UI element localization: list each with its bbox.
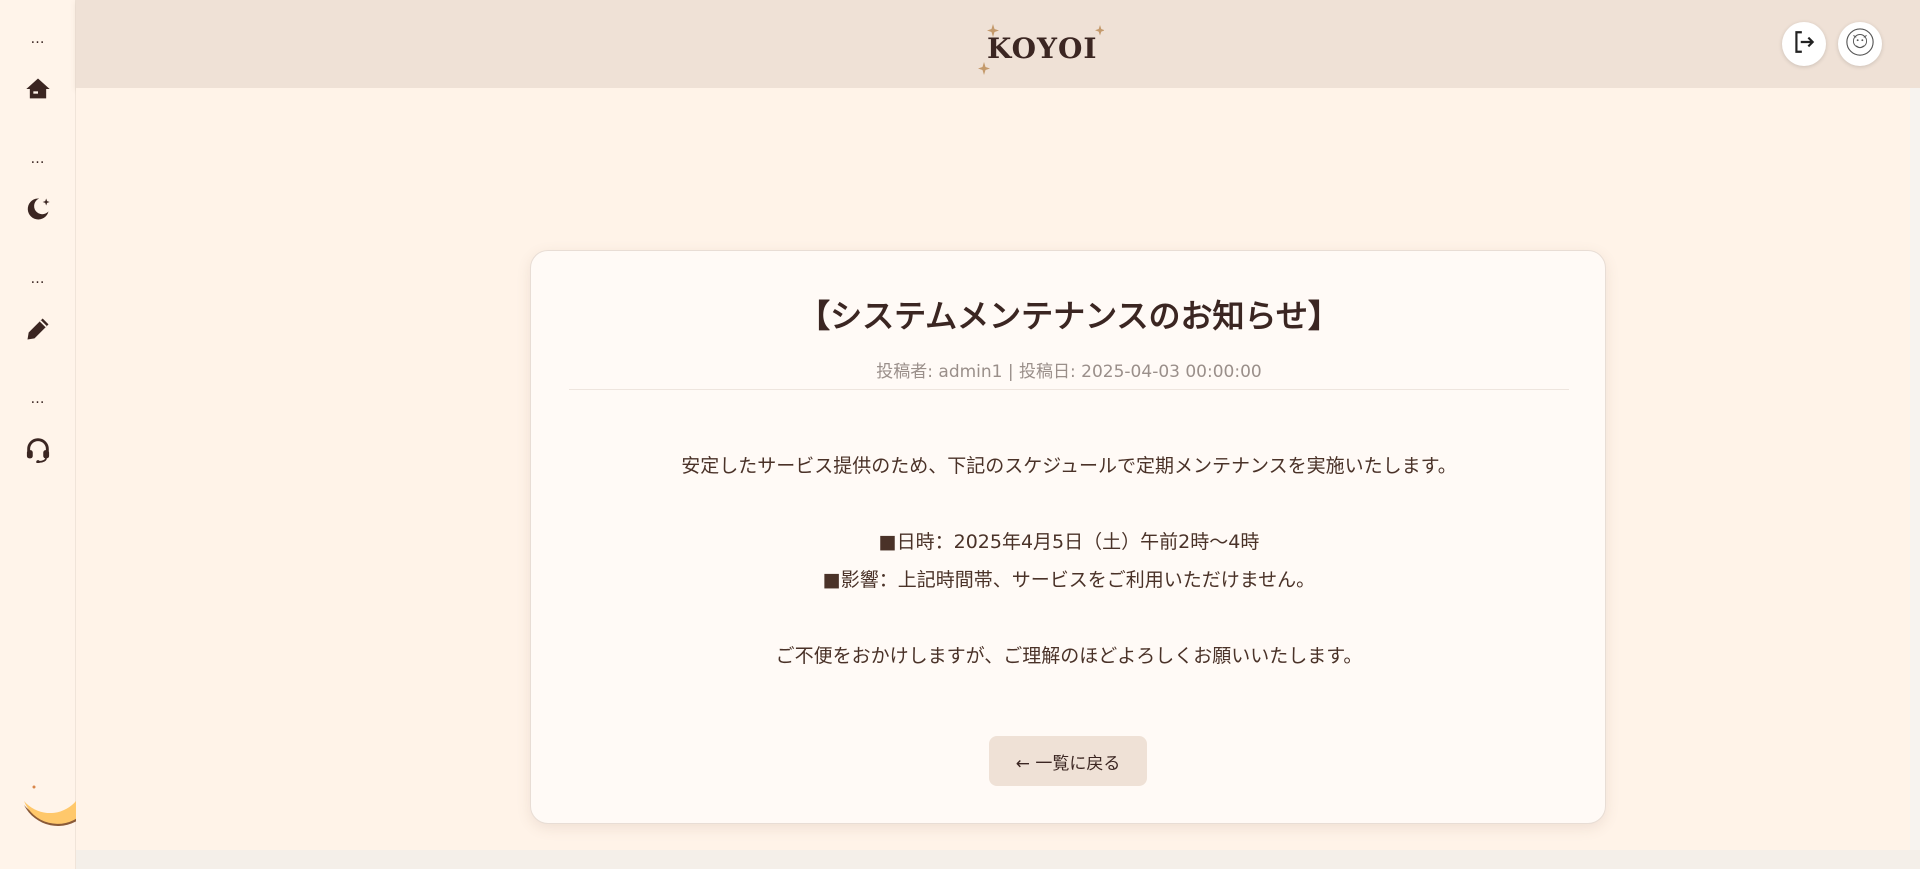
- back-to-list-button[interactable]: ← 一覧に戻る: [989, 736, 1147, 786]
- notice-line: ■影響：上記時間帯、サービスをご利用いただけません。: [822, 569, 1316, 591]
- notice-meta: 投稿者: admin1 | 投稿日: 2025-04-03 00:00:00: [876, 362, 1262, 382]
- top-header: KOYOI: [76, 0, 1920, 88]
- avatar-icon: [1845, 27, 1875, 61]
- notice-line: 安定したサービス提供のため、下記のスケジュールで定期メンテナンスを実施いたします…: [681, 455, 1457, 477]
- sidebar: … … … …: [0, 0, 96, 869]
- pencil-icon[interactable]: [23, 314, 53, 344]
- moon-star-icon[interactable]: [23, 194, 53, 224]
- notice-line: ご不便をおかけしますが、ご理解のほどよろしくお願いいたします。: [775, 645, 1363, 667]
- headset-icon[interactable]: [23, 434, 53, 464]
- home-icon[interactable]: [23, 74, 53, 104]
- sidebar-dots-4: …: [30, 391, 46, 407]
- logo-text: KOYOI: [987, 32, 1098, 65]
- notice-card: 【システムメンテナンスのお知らせ】 投稿者: admin1 | 投稿日: 202…: [530, 250, 1606, 824]
- notice-line: ■日時：2025年4月5日（土）午前2時〜4時: [878, 531, 1260, 553]
- sidebar-dots-2: …: [30, 151, 46, 167]
- scrollbar[interactable]: [1910, 88, 1920, 850]
- logout-icon: [1791, 29, 1817, 59]
- logout-button[interactable]: [1782, 22, 1826, 66]
- main-content: 【システムメンテナンスのお知らせ】 投稿者: admin1 | 投稿日: 202…: [76, 88, 1910, 850]
- notice-title: 【システムメンテナンスのお知らせ】: [798, 297, 1340, 335]
- sidebar-dots-3: …: [30, 271, 46, 287]
- divider: [569, 389, 1569, 390]
- sidebar-dots-1: …: [30, 31, 46, 47]
- avatar-button[interactable]: [1838, 22, 1882, 66]
